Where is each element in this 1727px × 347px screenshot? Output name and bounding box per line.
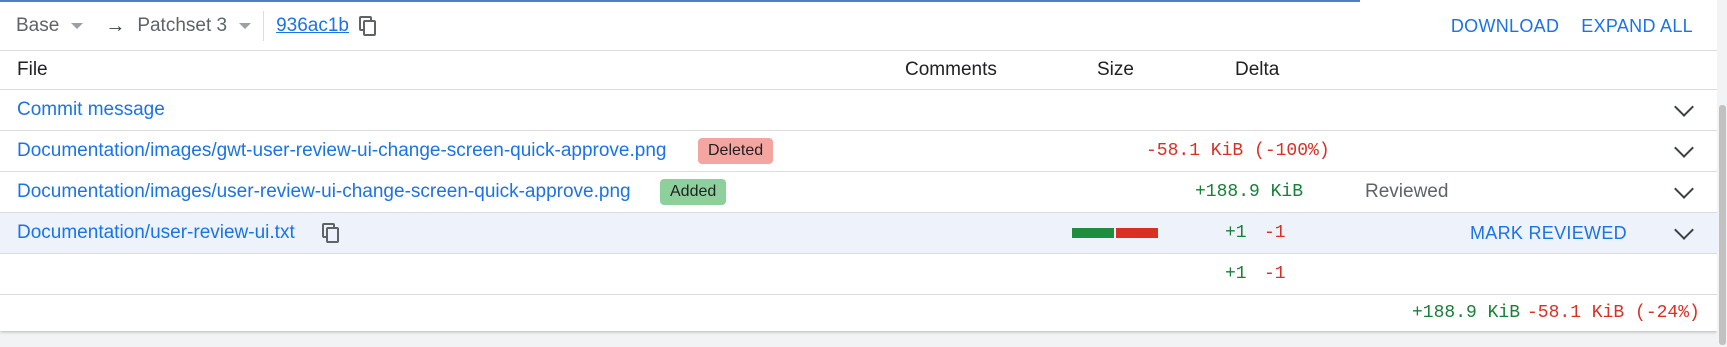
- column-delta: Delta: [1235, 59, 1280, 80]
- size-delta: -58.1 KiB (-100%): [1146, 141, 1330, 161]
- column-file: File: [17, 59, 48, 80]
- divider: [263, 11, 265, 41]
- file-name-link[interactable]: Commit message: [17, 99, 165, 121]
- file-list-header: Base → Patchset 3 936ac1b DOWNLOAD EXPAN…: [0, 2, 1717, 51]
- column-size: Size: [1097, 59, 1134, 80]
- file-name-link[interactable]: Documentation/images/gwt-user-review-ui-…: [17, 140, 666, 162]
- chevron-down-icon: [71, 23, 84, 29]
- arrow-right-icon: →: [105, 14, 126, 37]
- removed-lines-bar: [1116, 228, 1158, 238]
- chevron-down-icon[interactable]: [1674, 97, 1694, 117]
- file-row-commit-message[interactable]: Commit message: [0, 90, 1717, 131]
- base-selector[interactable]: Base: [16, 15, 93, 37]
- line-totals-row: +1 -1: [0, 254, 1717, 295]
- commit-hash-link[interactable]: 936ac1b: [276, 15, 349, 37]
- reviewed-status: Reviewed: [1365, 181, 1449, 202]
- download-button[interactable]: DOWNLOAD: [1451, 16, 1559, 37]
- chevron-down-icon: [239, 23, 252, 29]
- column-comments: Comments: [905, 59, 997, 80]
- size-delta: +188.9 KiB: [1195, 182, 1304, 202]
- patchset-selector[interactable]: Patchset 3: [137, 15, 261, 37]
- chevron-down-icon[interactable]: [1674, 138, 1694, 158]
- column-header-row: File Comments Size Delta: [0, 51, 1717, 90]
- file-row[interactable]: Documentation/user-review-ui.txt +1 -1 M…: [0, 213, 1717, 254]
- chevron-down-icon[interactable]: [1674, 220, 1694, 240]
- file-list-panel: Base → Patchset 3 936ac1b DOWNLOAD EXPAN…: [0, 0, 1717, 331]
- copy-icon[interactable]: [322, 223, 340, 243]
- total-lines-removed: -1: [1264, 264, 1286, 284]
- lines-added: +1: [1225, 223, 1247, 243]
- base-label: Base: [16, 15, 60, 36]
- total-size-removed: -58.1 KiB (-24%): [1527, 303, 1700, 323]
- expand-all-button[interactable]: EXPAND ALL: [1581, 16, 1693, 37]
- mark-reviewed-button[interactable]: MARK REVIEWED: [1470, 223, 1627, 244]
- lines-removed: -1: [1264, 223, 1286, 243]
- total-size-added: +188.9 KiB: [1412, 303, 1521, 323]
- file-name-link[interactable]: Documentation/user-review-ui.txt: [17, 222, 295, 244]
- file-row[interactable]: Documentation/images/user-review-ui-chan…: [0, 172, 1717, 213]
- scrollbar-thumb[interactable]: [1719, 105, 1726, 345]
- added-lines-bar: [1072, 228, 1114, 238]
- patchset-label: Patchset 3: [137, 15, 228, 36]
- size-totals-row: +188.9 KiB -58.1 KiB (-24%): [0, 295, 1717, 331]
- chevron-down-icon[interactable]: [1674, 179, 1694, 199]
- status-badge-deleted: Deleted: [698, 138, 774, 164]
- copy-icon[interactable]: [359, 16, 377, 36]
- total-lines-added: +1: [1225, 264, 1247, 284]
- file-name-link[interactable]: Documentation/images/user-review-ui-chan…: [17, 181, 631, 203]
- file-row[interactable]: Documentation/images/gwt-user-review-ui-…: [0, 131, 1717, 172]
- status-badge-added: Added: [660, 179, 727, 205]
